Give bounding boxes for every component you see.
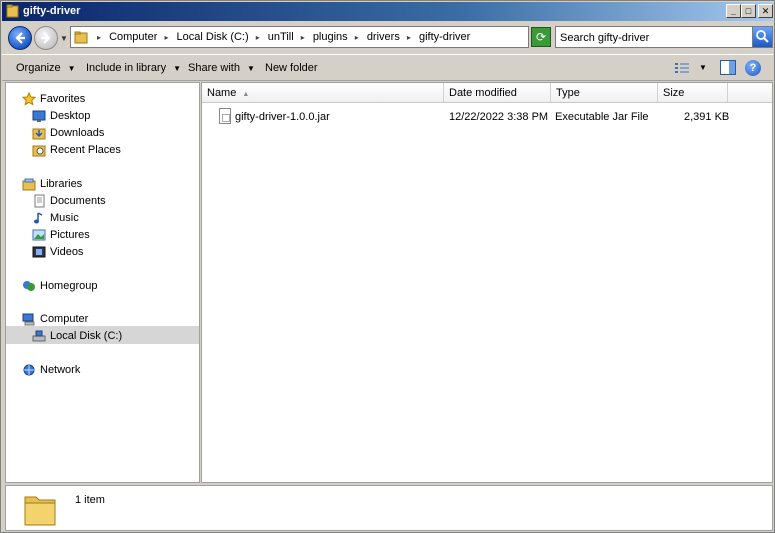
computer-icon [22,313,35,326]
folder-icon [24,496,56,526]
views-dropdown-icon[interactable]: ▼ [699,63,707,72]
breadcrumb-gifty-driver[interactable]: gifty-driver [419,31,470,43]
chevron-right-icon[interactable]: ▸ [301,33,305,42]
navigation-bar: ▼ ▸ Computer ▸ Local Disk (C:) ▸ unTill … [2,22,773,53]
file-row[interactable]: gifty-driver-1.0.0.jar 12/22/2022 3:38 P… [202,107,772,127]
documents-icon [34,194,45,208]
column-name-label: Name [207,87,237,99]
forward-arrow-icon[interactable] [34,26,58,50]
chevron-right-icon[interactable]: ▸ [355,33,359,42]
file-type: Executable Jar File [555,111,649,123]
window-title: gifty-driver [23,5,81,17]
navigation-pane: Favorites Desktop Downloads Recent Place… [5,82,200,483]
organize-label: Organize [16,62,61,74]
chevron-down-icon: ▼ [173,64,182,73]
nav-network-label: Network [40,364,81,376]
title-bar[interactable]: gifty-driver _ □ ✕ [2,2,773,21]
breadcrumb-drivers[interactable]: drivers [367,31,400,43]
column-type[interactable]: Type [551,83,658,103]
breadcrumb-plugins[interactable]: plugins [313,31,348,43]
nav-recent-places-label: Recent Places [50,144,121,156]
views-icon[interactable] [674,61,690,75]
file-list[interactable]: Name ▲ Date modified Type Size gifty-driv… [201,82,773,483]
recent-pages-chevron-icon[interactable]: ▼ [60,34,68,43]
desktop-icon [32,110,46,122]
address-bar[interactable]: ▸ Computer ▸ Local Disk (C:) ▸ unTill ▸ … [70,26,591,48]
details-pane: 1 item [5,485,773,531]
videos-icon [32,246,46,258]
sort-ascending-icon: ▲ [242,91,250,98]
nav-pictures-label: Pictures [50,229,90,241]
chevron-right-icon[interactable]: ▸ [97,33,101,42]
back-arrow-icon[interactable] [8,26,32,50]
recent-places-icon [32,145,46,157]
jar-file-icon [219,108,231,124]
breadcrumb-untill[interactable]: unTill [268,31,294,43]
pictures-icon [32,229,46,241]
nav-favorites-label: Favorites [40,93,86,105]
organize-button[interactable]: Organize ▼ [16,62,76,74]
nav-homegroup-label: Homegroup [40,280,98,292]
downloads-icon [32,128,46,140]
minimize-button[interactable]: _ [726,4,741,18]
nav-downloads-label: Downloads [50,127,105,139]
local-disk-icon [32,330,46,342]
new-folder-button[interactable]: New folder [265,62,318,74]
share-with-button[interactable]: Share with ▼ [188,62,255,74]
homegroup-icon [23,281,35,291]
nav-local-disk-label: Local Disk (C:) [50,330,123,342]
nav-desktop-label: Desktop [50,110,91,122]
column-name[interactable]: Name ▲ [202,83,444,103]
column-date-modified[interactable]: Date modified [444,83,551,103]
chevron-down-icon: ▼ [246,64,255,73]
folder-icon [6,4,19,18]
command-bar: Organize ▼ Include in library ▼ Share with… [2,54,773,81]
search-icon[interactable] [752,27,772,47]
chevron-down-icon: ▼ [67,64,76,73]
maximize-button[interactable]: □ [741,4,756,18]
nav-computer-label: Computer [40,313,89,325]
explorer-window: gifty-driver _ □ ✕ ▼ ▸ Computer ▸ Local … [0,0,775,533]
chevron-right-icon[interactable]: ▸ [256,33,260,42]
column-size[interactable]: Size [658,83,728,103]
file-date-modified: 12/22/2022 3:38 PM [449,111,549,123]
nav-libraries-label: Libraries [40,178,83,190]
file-size: 2,391 KB [684,111,730,123]
nav-documents-label: Documents [50,195,106,207]
libraries-icon [22,178,36,191]
include-in-library-button[interactable]: Include in library ▼ [86,62,181,74]
music-icon [34,212,43,224]
share-with-label: Share with [188,62,240,74]
search-input[interactable] [560,30,750,45]
nav-music-label: Music [50,212,79,224]
column-header: Name ▲ Date modified Type Size [202,83,772,103]
star-icon [22,92,36,106]
preview-pane-icon[interactable] [720,60,736,75]
close-button[interactable]: ✕ [758,4,773,18]
chevron-right-icon[interactable]: ▸ [164,33,168,42]
include-in-library-label: Include in library [86,62,167,74]
folder-icon [74,31,88,44]
breadcrumb-computer[interactable]: Computer [109,31,157,43]
chevron-right-icon[interactable]: ▸ [407,33,411,42]
breadcrumb: ▸ Computer ▸ Local Disk (C:) ▸ unTill ▸ … [93,31,470,43]
file-name: gifty-driver-1.0.0.jar [235,111,330,123]
refresh-icon[interactable]: ⟳ [531,27,551,47]
nav-videos-label: Videos [50,246,84,258]
item-count: 1 item [75,494,105,506]
help-icon[interactable]: ? [745,60,761,76]
search-box[interactable] [555,26,773,48]
network-icon [23,364,35,376]
breadcrumb-local-disk[interactable]: Local Disk (C:) [177,31,249,43]
